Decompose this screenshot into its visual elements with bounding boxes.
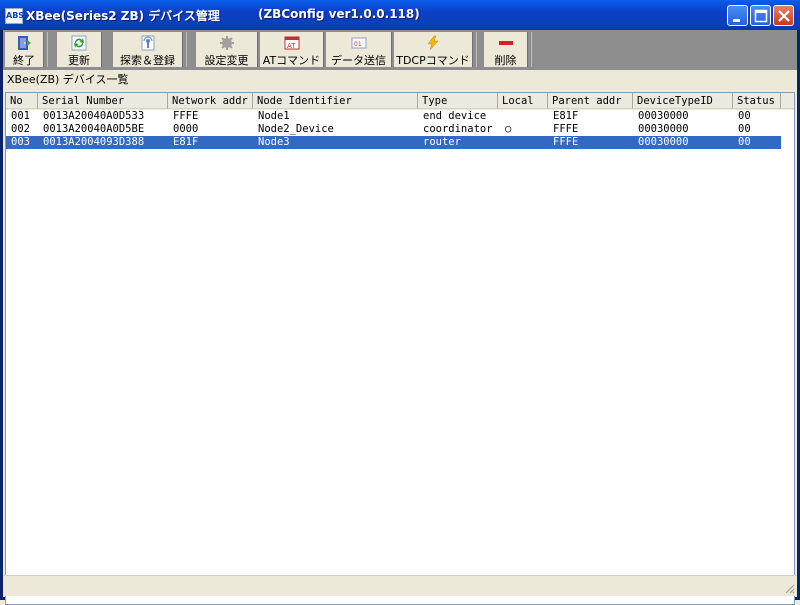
- cell-device-type-id: 00030000: [638, 123, 689, 135]
- minimize-icon: [733, 19, 740, 22]
- toolbar-separator: [476, 32, 481, 67]
- search-register-icon: [141, 35, 154, 51]
- toolbar-separator: [47, 32, 52, 67]
- list-header: No Serial Number Network addr Node Ident…: [6, 93, 794, 110]
- at-command-button[interactable]: AT ATコマンド: [260, 32, 324, 67]
- status-bar: [3, 575, 797, 596]
- settings-change-label: 設定変更: [204, 54, 249, 67]
- cell-type: router: [423, 136, 461, 148]
- cell-no: 003: [11, 136, 30, 148]
- cell-network-addr: E81F: [173, 136, 199, 148]
- close-icon: [778, 10, 790, 22]
- column-header-node-identifier[interactable]: Node Identifier: [253, 93, 418, 109]
- cell-node-identifier: Node3: [258, 136, 290, 148]
- cell-serial: 0013A2004093D388: [43, 136, 145, 148]
- refresh-button[interactable]: 更新: [57, 32, 102, 67]
- title-bar[interactable]: ABS XBee(Series2 ZB) デバイス管理 (ZBConfig ve…: [0, 0, 800, 30]
- column-header-filler: [781, 93, 794, 109]
- exit-button[interactable]: 終了: [5, 32, 44, 67]
- maximize-button[interactable]: [750, 5, 771, 26]
- column-header-no[interactable]: No: [6, 93, 38, 109]
- refresh-label: 更新: [68, 54, 90, 67]
- refresh-icon: [71, 35, 87, 51]
- cell-status: 00: [738, 136, 751, 148]
- toolbar-separator: [186, 32, 191, 67]
- delete-label: 削除: [494, 54, 517, 67]
- cell-no: 001: [11, 110, 30, 122]
- window-version: (ZBConfig ver1.0.0.118): [258, 7, 420, 21]
- cell-parent-addr: E81F: [553, 110, 579, 122]
- send-data-button[interactable]: 01 データ送信: [326, 32, 392, 67]
- cell-device-type-id: 00030000: [638, 110, 689, 122]
- column-header-serial[interactable]: Serial Number: [38, 93, 168, 109]
- cell-status: 00: [738, 110, 751, 122]
- svg-text:AT: AT: [287, 42, 296, 50]
- list-title: XBee(ZB) デバイス一覧: [3, 70, 797, 90]
- cell-status: 00: [738, 123, 751, 135]
- close-button[interactable]: [773, 5, 794, 26]
- table-row[interactable]: 002 0013A20040A0D5BE 0000 Node2_Device c…: [6, 123, 781, 136]
- svg-text:01: 01: [354, 41, 362, 48]
- cell-network-addr: 0000: [173, 123, 199, 135]
- delete-button[interactable]: 削除: [484, 32, 528, 67]
- lightning-icon: [427, 35, 439, 51]
- cell-type: coordinator: [423, 123, 493, 135]
- column-header-local[interactable]: Local: [498, 93, 548, 109]
- toolbar: 終了 更新 探索＆登録 設定変更 AT ATコマンド 01 データ送信 TDCP…: [3, 30, 797, 70]
- settings-change-button[interactable]: 設定変更: [196, 32, 258, 67]
- app-icon[interactable]: ABS: [5, 8, 24, 24]
- at-command-label: ATコマンド: [262, 54, 321, 67]
- exit-label: 終了: [13, 54, 35, 67]
- send-data-label: データ送信: [331, 54, 386, 67]
- table-row[interactable]: 001 0013A20040A0D533 FFFE Node1 end devi…: [6, 110, 781, 123]
- column-header-type[interactable]: Type: [418, 93, 498, 109]
- cell-parent-addr: FFFE: [553, 123, 579, 135]
- resize-grip-icon[interactable]: [783, 582, 795, 594]
- table-row-selected[interactable]: 003 0013A2004093D388 E81F Node3 router F…: [6, 136, 781, 149]
- delete-icon: [498, 41, 513, 45]
- column-header-network-addr[interactable]: Network addr: [168, 93, 253, 109]
- cell-local: [502, 110, 505, 123]
- cell-local: [502, 136, 505, 149]
- minimize-button[interactable]: [727, 5, 748, 26]
- cell-no: 002: [11, 123, 30, 135]
- send-data-icon: 01: [351, 37, 366, 49]
- application-window: ABS XBee(Series2 ZB) デバイス管理 (ZBConfig ve…: [0, 0, 800, 605]
- column-header-status[interactable]: Status: [733, 93, 781, 109]
- column-header-device-type-id[interactable]: DeviceTypeID: [633, 93, 733, 109]
- tdcp-command-button[interactable]: TDCPコマンド: [394, 32, 473, 67]
- device-list[interactable]: No Serial Number Network addr Node Ident…: [5, 92, 795, 605]
- exit-door-icon: [18, 36, 31, 50]
- cell-type: end device: [423, 110, 487, 122]
- tdcp-command-label: TDCPコマンド: [396, 54, 470, 67]
- main-frame: 終了 更新 探索＆登録 設定変更 AT ATコマンド 01 データ送信 TDCP…: [3, 30, 797, 605]
- cell-node-identifier: Node1: [258, 110, 290, 122]
- column-header-parent-addr[interactable]: Parent addr: [548, 93, 633, 109]
- search-register-button[interactable]: 探索＆登録: [113, 32, 183, 67]
- cell-node-identifier: Node2_Device: [258, 123, 334, 135]
- cell-parent-addr: FFFE: [553, 136, 579, 148]
- toolbar-separator: [531, 32, 536, 67]
- cell-serial: 0013A20040A0D5BE: [43, 123, 145, 135]
- maximize-icon: [754, 9, 768, 23]
- cell-network-addr: FFFE: [173, 110, 199, 122]
- at-command-icon: AT: [284, 36, 299, 50]
- window-title: XBee(Series2 ZB) デバイス管理: [26, 9, 220, 23]
- gear-icon: [219, 36, 234, 50]
- cell-local: ○: [505, 123, 512, 135]
- cell-device-type-id: 00030000: [638, 136, 689, 148]
- search-register-label: 探索＆登録: [120, 54, 175, 67]
- cell-serial: 0013A20040A0D533: [43, 110, 145, 122]
